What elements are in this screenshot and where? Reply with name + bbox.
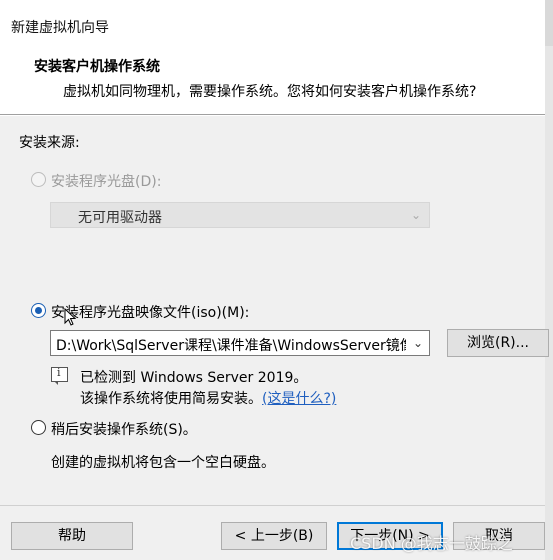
install-later-label: 稍后安装操作系统(S)。 bbox=[51, 422, 197, 438]
header-divider-highlight bbox=[0, 115, 545, 116]
detected-os-text: 已检测到 Windows Server 2019。 bbox=[80, 370, 308, 386]
background-strip-lower bbox=[545, 46, 553, 560]
chevron-down-icon[interactable]: ⌄ bbox=[413, 336, 423, 350]
background-strip bbox=[545, 0, 553, 46]
disc-radio[interactable] bbox=[31, 172, 46, 187]
install-later-description: 创建的虚拟机将包含一个空白硬盘。 bbox=[51, 455, 275, 471]
info-icon bbox=[51, 366, 68, 385]
drive-select-value: 无可用驱动器 bbox=[78, 210, 162, 226]
new-vm-wizard-window: 新建虚拟机向导 安装客户机操作系统 虚拟机如同物理机，需要操作系统。您将如何安装… bbox=[0, 0, 553, 560]
footer-divider bbox=[0, 505, 545, 506]
chevron-down-icon: ⌄ bbox=[410, 208, 421, 222]
install-source-label: 安装来源: bbox=[19, 135, 80, 151]
disc-radio-label: 安装程序光盘(D): bbox=[51, 174, 162, 190]
drive-select[interactable]: 无可用驱动器 ⌄ bbox=[50, 202, 430, 228]
window-title: 新建虚拟机向导 bbox=[11, 20, 109, 36]
browse-button[interactable]: 浏览(R)... bbox=[447, 329, 549, 357]
iso-radio-label: 安装程序光盘映像文件(iso)(M): bbox=[51, 305, 250, 321]
easy-install-text: 该操作系统将使用简易安装。(这是什么?) bbox=[80, 388, 336, 408]
iso-path-combobox[interactable]: D:\Work\SqlServer课程\课件准备\WindowsServer镜像… bbox=[50, 330, 430, 356]
page-subtitle: 虚拟机如同物理机，需要操作系统。您将如何安装客户机操作系统? bbox=[63, 84, 477, 100]
install-later-radio[interactable] bbox=[31, 420, 46, 435]
iso-radio[interactable] bbox=[31, 303, 46, 318]
title-bar: 新建虚拟机向导 bbox=[0, 0, 545, 46]
wizard-header: 安装客户机操作系统 虚拟机如同物理机，需要操作系统。您将如何安装客户机操作系统? bbox=[0, 46, 545, 114]
back-button[interactable]: < 上一步(B) bbox=[221, 522, 327, 550]
csdn-watermark: CSDN @我志一鼓踪之 bbox=[350, 534, 513, 553]
easy-install-label: 该操作系统将使用简易安装。 bbox=[80, 391, 262, 407]
mouse-pointer-icon bbox=[64, 308, 76, 326]
page-title: 安装客户机操作系统 bbox=[34, 59, 160, 75]
whats-this-link[interactable]: (这是什么?) bbox=[262, 391, 336, 407]
help-button[interactable]: 帮助 bbox=[11, 522, 133, 550]
iso-path-value: D:\Work\SqlServer课程\课件准备\WindowsServer镜像 bbox=[56, 338, 406, 354]
